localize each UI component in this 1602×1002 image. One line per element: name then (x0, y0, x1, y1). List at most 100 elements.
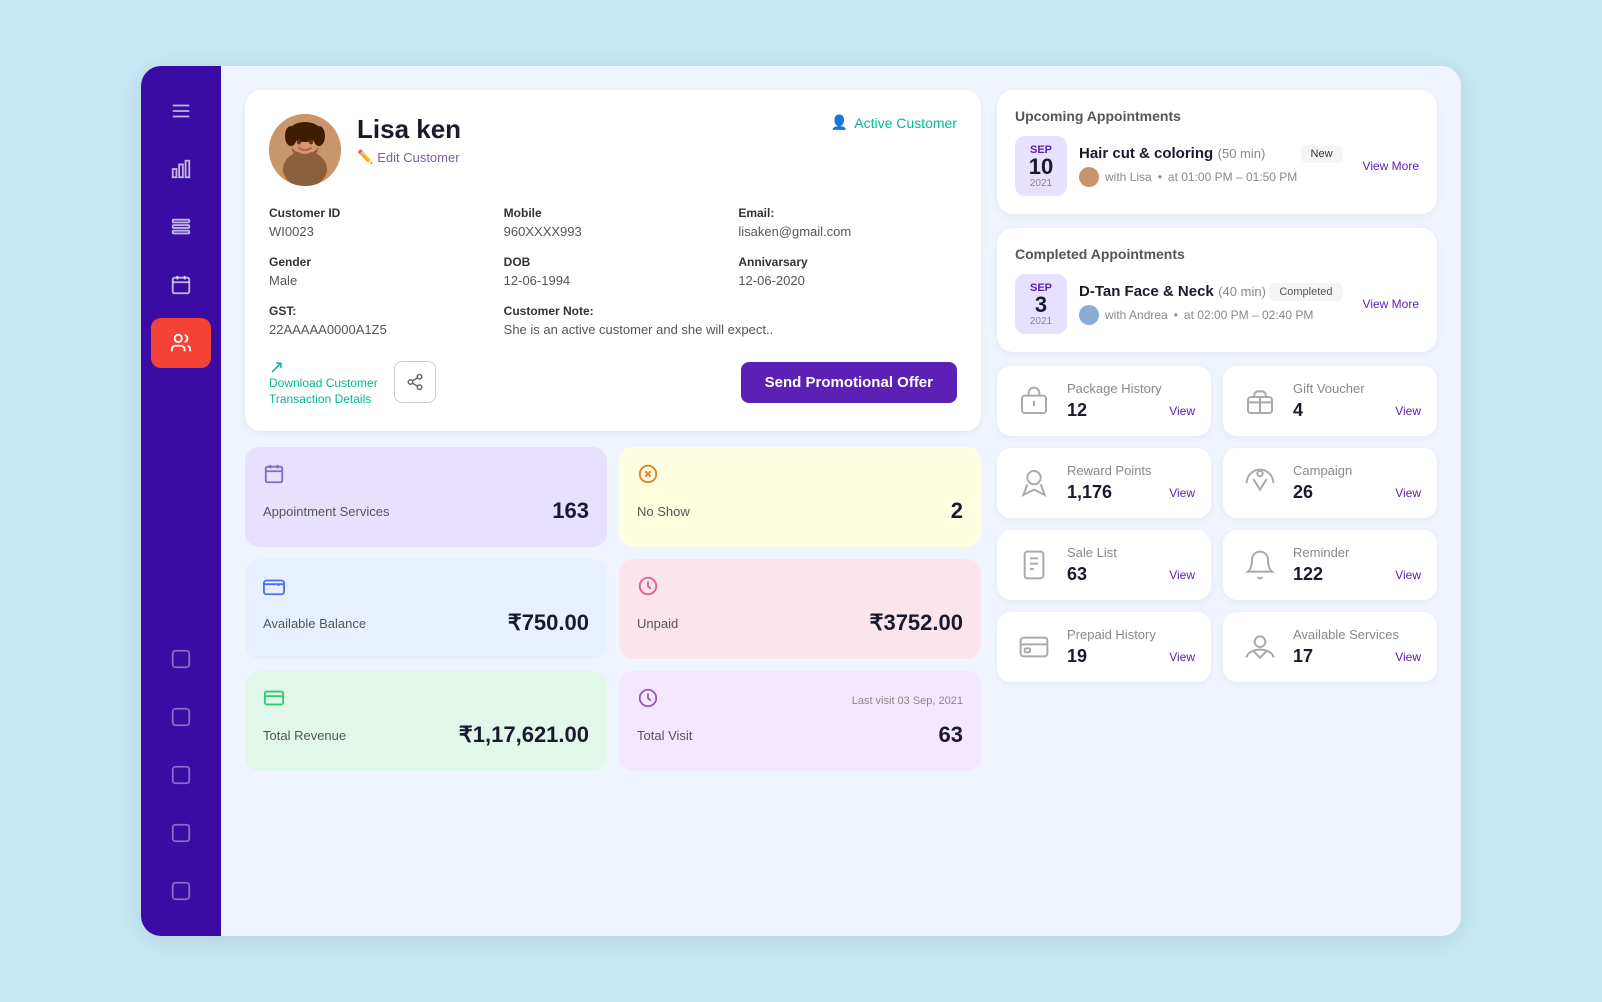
stats-grid: Appointment Services 163 No Show 2 (245, 447, 981, 771)
sidebar-item-b4[interactable] (151, 808, 211, 858)
info-card-prepaid-history: Prepaid History 19 View (997, 612, 1211, 682)
info-card-sale-list: Sale List 63 View (997, 530, 1211, 600)
completed-with: with Andrea (1105, 308, 1168, 322)
completed-appointments-section: Completed Appointments SEP 3 2021 D-Tan … (997, 228, 1437, 352)
package-history-view[interactable]: View (1169, 404, 1195, 418)
sidebar-item-menu[interactable] (151, 86, 211, 136)
upcoming-year: 2021 (1030, 178, 1052, 189)
revenue-icon (263, 687, 285, 714)
last-visit-text: Last visit 03 Sep, 2021 (852, 695, 963, 707)
info-card-package-history: Package History 12 View (997, 366, 1211, 436)
appointment-services-label: Appointment Services (263, 504, 389, 519)
share-button[interactable] (394, 361, 436, 403)
visit-value: 63 (939, 722, 963, 748)
upcoming-date-box: SEP 10 2021 (1015, 136, 1067, 196)
content-area: Lisa ken ✏️ Edit Customer 👤 Active Custo… (221, 66, 1461, 936)
upcoming-appt-title: Hair cut & coloring (1079, 145, 1213, 162)
balance-label: Available Balance (263, 616, 366, 631)
appointment-item-completed: SEP 3 2021 D-Tan Face & Neck (40 min) Co… (1015, 274, 1419, 334)
upcoming-appt-badge: New (1301, 145, 1343, 163)
sidebar (141, 66, 221, 936)
info-cards-grid: Package History 12 View Gift Voucher (997, 366, 1437, 682)
package-icon (1013, 380, 1055, 422)
upcoming-appointments-section: Upcoming Appointments SEP 10 2021 Hair c… (997, 90, 1437, 214)
upcoming-time: at 01:00 PM – 01:50 PM (1168, 170, 1297, 184)
no-show-icon (637, 463, 659, 490)
anniversary-group: Annivarsary 12-06-2020 (738, 255, 957, 288)
gift-icon (1239, 380, 1281, 422)
main-container: Lisa ken ✏️ Edit Customer 👤 Active Custo… (141, 66, 1461, 936)
email-group: Email: lisaken@gmail.com (738, 206, 957, 239)
completed-appointments-title: Completed Appointments (1015, 246, 1419, 262)
reminder-count: 122 (1293, 564, 1323, 585)
sidebar-item-b3[interactable] (151, 750, 211, 800)
upcoming-day: 10 (1029, 156, 1053, 178)
package-history-count: 12 (1067, 400, 1087, 421)
upcoming-therapist-avatar (1079, 167, 1099, 187)
reminder-view[interactable]: View (1395, 568, 1421, 582)
download-label: Download CustomerTransaction Details (269, 376, 378, 407)
sale-icon (1013, 544, 1055, 586)
unpaid-value: ₹3752.00 (869, 610, 963, 636)
sidebar-item-chart[interactable] (151, 144, 211, 194)
revenue-label: Total Revenue (263, 728, 346, 743)
download-arrow-icon: ↗ (269, 357, 284, 378)
info-card-gift-voucher: Gift Voucher 4 View (1223, 366, 1437, 436)
services-icon (1239, 626, 1281, 668)
download-link[interactable]: ↗ Download CustomerTransaction Details (269, 357, 378, 407)
actions-row: ↗ Download CustomerTransaction Details S… (269, 357, 957, 407)
info-card-reward-points: Reward Points 1,176 View (997, 448, 1211, 518)
profile-header: Lisa ken ✏️ Edit Customer 👤 Active Custo… (269, 114, 957, 186)
completed-view-more-link[interactable]: View More (1363, 297, 1419, 311)
gift-voucher-count: 4 (1293, 400, 1303, 421)
upcoming-appointments-title: Upcoming Appointments (1015, 108, 1419, 124)
reward-points-view[interactable]: View (1169, 486, 1195, 500)
available-services-view[interactable]: View (1395, 650, 1421, 664)
upcoming-view-more-link[interactable]: View More (1363, 159, 1419, 173)
gift-voucher-view[interactable]: View (1395, 404, 1421, 418)
gender-group: Gender Male (269, 255, 488, 288)
appointment-item-upcoming: SEP 10 2021 Hair cut & coloring (50 min)… (1015, 136, 1419, 196)
prepaid-icon (1013, 626, 1055, 668)
campaign-view[interactable]: View (1395, 486, 1421, 500)
sidebar-item-calendar[interactable] (151, 260, 211, 310)
completed-date-box: SEP 3 2021 (1015, 274, 1067, 334)
visit-icon (637, 687, 659, 714)
pencil-icon: ✏️ (357, 149, 373, 165)
sale-list-title: Sale List (1067, 545, 1195, 560)
completed-year: 2021 (1030, 316, 1052, 327)
sale-list-view[interactable]: View (1169, 568, 1195, 582)
balance-value: ₹750.00 (508, 610, 589, 636)
appointment-services-value: 163 (552, 498, 589, 524)
sidebar-item-b2[interactable] (151, 692, 211, 742)
edit-customer-link[interactable]: ✏️ Edit Customer (357, 149, 815, 165)
sidebar-item-b5[interactable] (151, 866, 211, 916)
profile-details: Customer ID WI0023 Mobile 960XXXX993 Ema… (269, 206, 957, 337)
available-services-count: 17 (1293, 646, 1313, 667)
completed-appt-info: D-Tan Face & Neck (40 min) Completed wit… (1079, 283, 1343, 325)
completed-appt-duration: (40 min) (1218, 284, 1266, 299)
calendar-icon (263, 463, 285, 490)
revenue-value: ₹1,17,621.00 (459, 722, 589, 748)
sidebar-item-list[interactable] (151, 202, 211, 252)
completed-appt-badge: Completed (1269, 283, 1342, 301)
note-group: Customer Note: She is an active customer… (504, 304, 957, 337)
left-panel: Lisa ken ✏️ Edit Customer 👤 Active Custo… (245, 90, 981, 912)
sidebar-item-customers[interactable] (151, 318, 211, 368)
customer-id-group: Customer ID WI0023 (269, 206, 488, 239)
prepaid-history-title: Prepaid History (1067, 627, 1195, 642)
stat-no-show: No Show 2 (619, 447, 981, 547)
campaign-icon (1239, 462, 1281, 504)
campaign-title: Campaign (1293, 463, 1421, 478)
dob-group: DOB 12-06-1994 (504, 255, 723, 288)
no-show-label: No Show (637, 504, 690, 519)
send-promotional-offer-button[interactable]: Send Promotional Offer (741, 362, 957, 403)
sidebar-item-b1[interactable] (151, 634, 211, 684)
completed-appt-title: D-Tan Face & Neck (1079, 283, 1214, 300)
customer-name: Lisa ken (357, 114, 815, 145)
upcoming-appt-info: Hair cut & coloring (50 min) New with Li… (1079, 145, 1343, 187)
prepaid-history-view[interactable]: View (1169, 650, 1195, 664)
campaign-count: 26 (1293, 482, 1313, 503)
stat-appointment-services: Appointment Services 163 (245, 447, 607, 547)
gift-voucher-title: Gift Voucher (1293, 381, 1421, 396)
